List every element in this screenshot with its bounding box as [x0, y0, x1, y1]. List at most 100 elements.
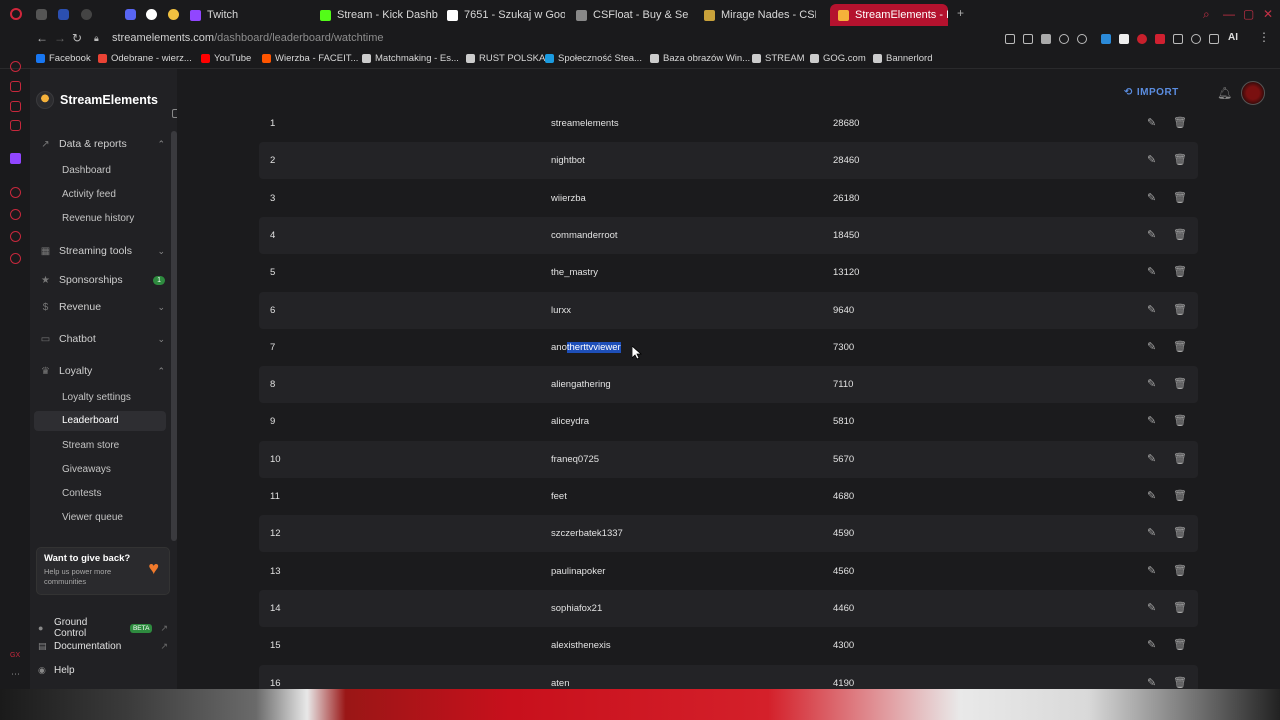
maximize-icon[interactable]: ▢ [1243, 7, 1254, 21]
delete-trash-icon[interactable]: 🗑︎ [1173, 191, 1187, 204]
pinned-tab-icon[interactable] [168, 9, 179, 20]
sidebar-section-streaming-tools[interactable]: ▦ Streaming tools ⌄ [40, 242, 165, 260]
url-field[interactable]: streamelements.com/dashboard/leaderboard… [112, 32, 383, 44]
edit-pencil-icon[interactable]: ✎ [1147, 228, 1156, 241]
gx-icon[interactable]: GX [10, 652, 20, 659]
history-icon[interactable] [10, 209, 21, 220]
table-row[interactable]: 2 nightbot 28460 ✎ 🗑︎ [259, 142, 1198, 180]
browser-tab[interactable]: Twitch [190, 4, 300, 26]
bookmark-item[interactable]: Baza obrazów Win... [650, 53, 750, 64]
youtube-icon[interactable] [10, 101, 21, 112]
delete-trash-icon[interactable]: 🗑︎ [1173, 377, 1187, 390]
bookmark-item[interactable]: Społeczność Stea... [545, 53, 642, 64]
delete-trash-icon[interactable]: 🗑︎ [1173, 526, 1187, 539]
edit-pencil-icon[interactable]: ✎ [1147, 676, 1156, 689]
close-window-icon[interactable]: ✕ [1263, 7, 1273, 21]
table-row[interactable]: 13 paulinapoker 4560 ✎ 🗑︎ [259, 553, 1198, 590]
delete-trash-icon[interactable]: 🗑︎ [1173, 303, 1187, 316]
settings-icon[interactable] [10, 253, 21, 264]
table-row[interactable]: 1 streamelements 28680 ✎ 🗑︎ [259, 105, 1198, 142]
brand-logo[interactable]: StreamElements [36, 91, 158, 109]
sidebar-item-viewer-queue[interactable]: Viewer queue [62, 512, 123, 523]
table-row[interactable]: 12 szczerbatek1337 4590 ✎ 🗑︎ [259, 515, 1198, 553]
delete-trash-icon[interactable]: 🗑︎ [1173, 638, 1187, 651]
edit-pencil-icon[interactable]: ✎ [1147, 153, 1156, 166]
browser-tab[interactable]: Stream - Kick Dashboard [320, 4, 438, 26]
twitter-icon[interactable] [10, 81, 21, 92]
download-icon[interactable] [1209, 34, 1219, 44]
extension-icon[interactable] [1101, 34, 1111, 44]
pinned-tab-icon[interactable] [58, 9, 69, 20]
gmail-icon[interactable] [10, 120, 21, 131]
edit-pencil-icon[interactable]: ✎ [1147, 116, 1156, 129]
sidebar-section-loyalty[interactable]: ♛ Loyalty ⌃ [40, 362, 165, 380]
extension-icon[interactable] [1119, 34, 1129, 44]
delete-trash-icon[interactable]: 🗑︎ [1173, 452, 1187, 465]
menu-icon[interactable]: ⋮ [1258, 30, 1270, 44]
edit-pencil-icon[interactable]: ✎ [1147, 489, 1156, 502]
import-button[interactable]: ⟲ IMPORT [1124, 87, 1179, 98]
delete-trash-icon[interactable]: 🗑︎ [1173, 564, 1187, 577]
search-tab-icon[interactable] [81, 9, 92, 20]
bookmark-item[interactable]: RUST POLSKA [466, 53, 545, 64]
reload-icon[interactable]: ↻ [72, 31, 82, 45]
messenger-icon[interactable] [10, 61, 21, 72]
table-row[interactable]: 6 lurxx 9640 ✎ 🗑︎ [259, 291, 1198, 329]
table-row[interactable]: 14 sophiafox21 4460 ✎ 🗑︎ [259, 589, 1198, 627]
edit-pencil-icon[interactable]: ✎ [1147, 191, 1156, 204]
search-tabs-icon[interactable]: ⌕ [1203, 7, 1210, 22]
bookmark-item[interactable]: Wierzba - FACEIT... [262, 53, 358, 64]
sidebar-section-data-reports[interactable]: ↗ Data & reports ⌃ [40, 135, 165, 153]
play-icon[interactable] [1059, 34, 1069, 44]
bookmark-item[interactable]: GOG.com [810, 53, 866, 64]
table-row[interactable]: 7 anotherttvviewer 7300 ✎ 🗑︎ [259, 329, 1198, 366]
delete-trash-icon[interactable]: 🗑︎ [1173, 265, 1187, 278]
tab-workspace-icon[interactable] [36, 9, 47, 20]
sidebar-item-revenue-history[interactable]: Revenue history [62, 213, 134, 224]
avatar[interactable] [1241, 81, 1265, 105]
extension-icon[interactable] [1155, 34, 1165, 44]
delete-trash-icon[interactable]: 🗑︎ [1173, 414, 1187, 427]
extension-icon[interactable] [1137, 34, 1147, 44]
more-icon[interactable]: ⋯ [11, 669, 20, 680]
sidebar-item-leaderboard[interactable]: Leaderboard [34, 411, 166, 431]
table-row[interactable]: 9 aliceydra 5810 ✎ 🗑︎ [259, 403, 1198, 440]
heart-icon[interactable] [1077, 34, 1087, 44]
edit-pencil-icon[interactable]: ✎ [1147, 638, 1156, 651]
table-row[interactable]: 8 aliengathering 7110 ✎ 🗑︎ [259, 366, 1198, 404]
sidebar-item-giveaways[interactable]: Giveaways [62, 464, 111, 475]
sidebar-item-stream-store[interactable]: Stream store [62, 440, 119, 451]
table-row[interactable]: 16 aten 4190 ✎ 🗑︎ [259, 664, 1198, 689]
delete-trash-icon[interactable]: 🗑︎ [1173, 153, 1187, 166]
edit-pencil-icon[interactable]: ✎ [1147, 265, 1156, 278]
footer-link-help[interactable]: ◉ Help [38, 665, 168, 676]
sidebar-item-dashboard[interactable]: Dashboard [62, 165, 111, 176]
footer-link-ground-control[interactable]: ● Ground Control BETA ↗ [38, 617, 168, 639]
edit-pencil-icon[interactable]: ✎ [1147, 414, 1156, 427]
ai-icon[interactable]: AI [1228, 32, 1238, 43]
back-icon[interactable]: ← [36, 31, 48, 45]
opera-logo-icon[interactable] [10, 8, 22, 20]
give-back-card[interactable]: Want to give back? Help us power more co… [36, 547, 170, 595]
extension-icon[interactable] [1173, 34, 1183, 44]
delete-trash-icon[interactable]: 🗑︎ [1173, 489, 1187, 502]
sidebar-item-contests[interactable]: Contests [62, 488, 101, 499]
table-row[interactable]: 11 feet 4680 ✎ 🗑︎ [259, 478, 1198, 515]
google-tab-icon[interactable] [146, 9, 157, 20]
discord-tab-icon[interactable] [125, 9, 136, 20]
bookmark-item[interactable]: Facebook [36, 53, 91, 64]
shield-icon[interactable] [1041, 34, 1051, 44]
table-row[interactable]: 5 the_mastry 13120 ✎ 🗑︎ [259, 254, 1198, 291]
delete-trash-icon[interactable]: 🗑︎ [1173, 676, 1187, 689]
delete-trash-icon[interactable]: 🗑︎ [1173, 601, 1187, 614]
bookmark-item[interactable]: Bannerlord [873, 53, 932, 64]
extension-icon[interactable] [1005, 34, 1015, 44]
table-row[interactable]: 10 franeq0725 5670 ✎ 🗑︎ [259, 440, 1198, 478]
edit-pencil-icon[interactable]: ✎ [1147, 340, 1156, 353]
edit-pencil-icon[interactable]: ✎ [1147, 564, 1156, 577]
extension-icon[interactable] [1191, 34, 1201, 44]
delete-trash-icon[interactable]: 🗑︎ [1173, 116, 1187, 129]
bookmark-item[interactable]: Odebrane - wierz... [98, 53, 192, 64]
notification-bell-icon[interactable]: 🔔︎ [1217, 86, 1232, 100]
bookmark-item[interactable]: YouTube [201, 53, 251, 64]
